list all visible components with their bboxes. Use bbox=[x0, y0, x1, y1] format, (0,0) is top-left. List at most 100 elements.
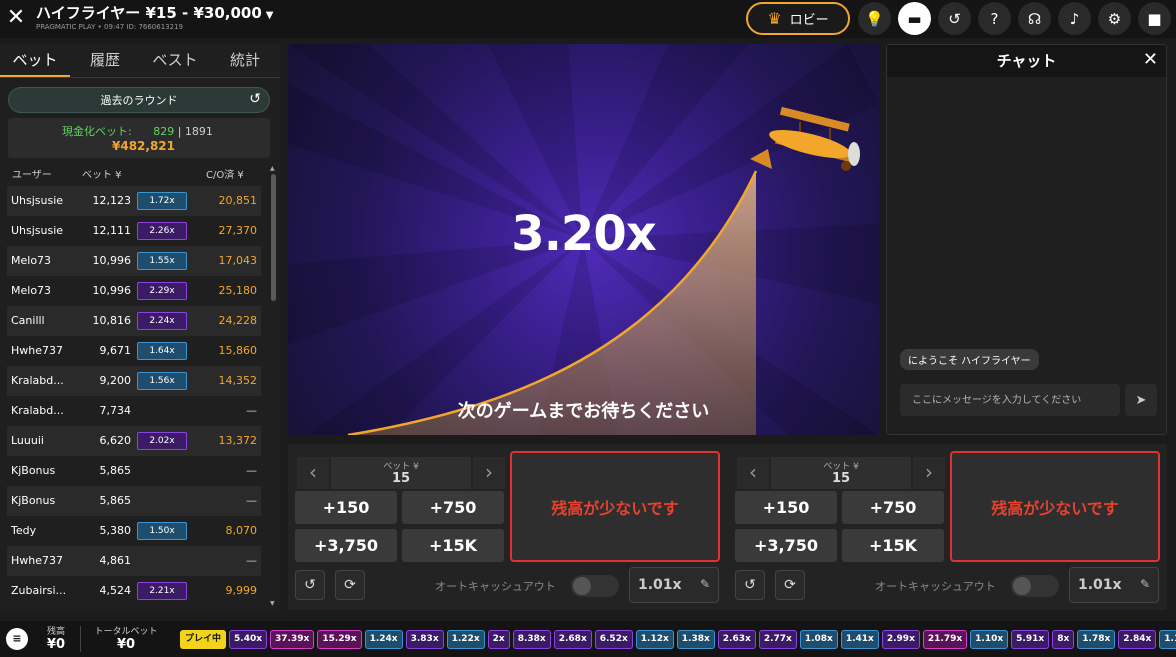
row-user: Hwhe737 bbox=[11, 554, 64, 567]
bet-button-insufficient[interactable]: 残高が少ないです bbox=[950, 451, 1160, 562]
close-icon[interactable]: ✕ bbox=[4, 6, 28, 30]
quick-add-750-button[interactable]: +750 bbox=[402, 491, 504, 524]
history-multiplier-chip[interactable]: 1.22x bbox=[446, 630, 485, 649]
row-user: Hwhe737 bbox=[11, 344, 64, 357]
bet-value: 15 bbox=[831, 471, 851, 486]
row-bet: 10,816 bbox=[92, 314, 132, 327]
quick-add-3750-button[interactable]: +3,750 bbox=[735, 529, 837, 562]
row-user: Melo73 bbox=[11, 284, 52, 297]
help-icon[interactable]: ? bbox=[978, 2, 1011, 35]
close-icon[interactable]: ✕ bbox=[1143, 49, 1158, 71]
auto-cashout-label: オートキャッシュアウト bbox=[435, 580, 556, 593]
gear-icon[interactable]: ⚙ bbox=[1098, 2, 1131, 35]
auto-cashout-field[interactable]: 1.01x ✎ bbox=[1069, 567, 1159, 603]
history-multiplier-chip[interactable]: 1.10x bbox=[970, 630, 1009, 649]
history-multiplier-chip[interactable]: 5.91x bbox=[1011, 630, 1050, 649]
history-multiplier-chip[interactable]: 1.38x bbox=[676, 630, 715, 649]
headset-icon[interactable]: ☊ bbox=[1018, 2, 1051, 35]
bet-amount[interactable]: ベット ¥ 15 bbox=[771, 457, 911, 489]
history-multiplier-chip[interactable]: 5.40x bbox=[229, 630, 268, 649]
history-icon[interactable]: ↺ bbox=[938, 2, 971, 35]
chevron-right-icon[interactable]: › bbox=[473, 457, 505, 489]
history-multiplier-chip[interactable]: 3.83x bbox=[405, 630, 444, 649]
quick-add-15k-button[interactable]: +15K bbox=[402, 529, 504, 562]
history-multiplier-chip[interactable]: 2.68x bbox=[553, 630, 592, 649]
scrollbar-thumb[interactable] bbox=[271, 174, 276, 301]
video-icon[interactable]: ■ bbox=[1138, 2, 1171, 35]
chevron-left-icon[interactable]: ‹ bbox=[297, 457, 329, 489]
lobby-button[interactable]: ♛ ロビー bbox=[746, 2, 850, 35]
undo-icon[interactable]: ↺ bbox=[735, 570, 765, 600]
quick-add-3750-button[interactable]: +3,750 bbox=[295, 529, 397, 562]
row-cashout: 20,851 bbox=[218, 194, 258, 207]
row-cashout: 13,372 bbox=[218, 434, 258, 447]
auto-play-icon[interactable]: ⟳ bbox=[775, 570, 805, 600]
history-multiplier-chip[interactable]: 1.41x bbox=[840, 630, 879, 649]
round-history-strip: プレイ中 5.40x 37.39x 15.29x 1.24x 3.83x 1.22x 2x 8… bbox=[180, 630, 1176, 649]
history-multiplier-chip[interactable]: 8.38x bbox=[512, 630, 551, 649]
row-multiplier: 2.29x bbox=[137, 282, 187, 300]
row-bet: 5,380 bbox=[99, 524, 132, 537]
waiting-message: 次のゲームまでお待ちください bbox=[457, 401, 710, 422]
auto-cashout-label: オートキャッシュアウト bbox=[875, 580, 996, 593]
history-multiplier-chip[interactable]: 15.29x bbox=[317, 630, 362, 649]
history-multiplier-chip[interactable]: 2.77x bbox=[758, 630, 797, 649]
quick-add-150-button[interactable]: +150 bbox=[735, 491, 837, 524]
history-multiplier-chip[interactable]: 6.52x bbox=[594, 630, 633, 649]
auto-cashout-toggle[interactable] bbox=[1011, 575, 1059, 597]
previous-round-button[interactable]: 過去のラウンド ↺ bbox=[8, 87, 270, 113]
history-multiplier-chip[interactable]: 8x bbox=[1052, 630, 1075, 649]
history-multiplier-chip[interactable]: 2.99x bbox=[881, 630, 920, 649]
row-multiplier: 2.02x bbox=[137, 432, 187, 450]
auto-cashout-field[interactable]: 1.01x ✎ bbox=[629, 567, 719, 603]
history-multiplier-chip[interactable]: 1.1 bbox=[1159, 630, 1176, 649]
table-row: Canilll 10,816 2.24x 24,228 bbox=[7, 306, 261, 336]
quick-add-150-button[interactable]: +150 bbox=[295, 491, 397, 524]
bulb-icon[interactable]: 💡 bbox=[858, 2, 891, 35]
tab-best[interactable]: ベスト bbox=[140, 44, 210, 77]
chat-input[interactable] bbox=[900, 384, 1120, 416]
history-multiplier-chip[interactable]: 37.39x bbox=[270, 630, 315, 649]
table-row: KjBonus 5,865 — bbox=[7, 456, 261, 486]
tab-bets[interactable]: ベット bbox=[0, 44, 70, 77]
scroll-down-icon[interactable]: ▼ bbox=[270, 600, 275, 607]
history-icon: ↺ bbox=[249, 91, 261, 107]
history-multiplier-chip[interactable]: 2x bbox=[487, 630, 510, 649]
lobby-label: ロビー bbox=[789, 13, 829, 28]
quick-add-15k-button[interactable]: +15K bbox=[842, 529, 944, 562]
chevron-left-icon[interactable]: ‹ bbox=[737, 457, 769, 489]
history-multiplier-chip[interactable]: 1.12x bbox=[635, 630, 674, 649]
tab-stats[interactable]: 統計 bbox=[210, 44, 280, 77]
auto-cashout-toggle[interactable] bbox=[571, 575, 619, 597]
bet-button-insufficient[interactable]: 残高が少ないです bbox=[510, 451, 720, 562]
row-bet: 5,865 bbox=[99, 464, 132, 477]
bet-amount[interactable]: ベット ¥ 15 bbox=[331, 457, 471, 489]
balance-value: ¥0 bbox=[46, 637, 66, 652]
chips-icon[interactable]: ≡ bbox=[6, 628, 28, 650]
undo-icon[interactable]: ↺ bbox=[295, 570, 325, 600]
history-multiplier-chip[interactable]: 2.63x bbox=[717, 630, 756, 649]
row-cashout: 17,043 bbox=[218, 254, 258, 267]
row-multiplier: 1.56x bbox=[137, 372, 187, 390]
history-multiplier-chip[interactable]: 1.78x bbox=[1077, 630, 1116, 649]
chat-icon[interactable]: ▬ bbox=[898, 2, 931, 35]
scroll-up-icon[interactable]: ▲ bbox=[270, 165, 275, 172]
bets-tabs: ベット 履歴 ベスト 統計 bbox=[0, 44, 280, 78]
history-multiplier-chip[interactable]: 1.24x bbox=[364, 630, 403, 649]
history-multiplier-chip[interactable]: 1.08x bbox=[799, 630, 838, 649]
history-multiplier-chip[interactable]: 21.79x bbox=[922, 630, 968, 649]
volume-icon[interactable]: ♪ bbox=[1058, 2, 1091, 35]
chevron-right-icon[interactable]: › bbox=[913, 457, 945, 489]
column-cashout: C/O済 ¥ bbox=[206, 170, 244, 181]
table-row: KjBonus 5,865 — bbox=[7, 486, 261, 516]
row-user: Luuuii bbox=[11, 434, 44, 447]
send-icon[interactable]: ➤ bbox=[1125, 384, 1157, 416]
game-title[interactable]: ハイフライヤー ¥15 - ¥30,000 ▼ bbox=[36, 2, 273, 23]
auto-play-icon[interactable]: ⟳ bbox=[335, 570, 365, 600]
row-cashout: — bbox=[246, 404, 257, 417]
bet-panel-2: ‹ ベット ¥ 15 › +150 +750 +3,750 +15K 残高が少な… bbox=[735, 450, 1161, 603]
quick-add-750-button[interactable]: +750 bbox=[842, 491, 944, 524]
history-multiplier-chip[interactable]: 2.84x bbox=[1118, 630, 1157, 649]
row-multiplier: 2.24x bbox=[137, 312, 187, 330]
tab-history[interactable]: 履歴 bbox=[70, 44, 140, 77]
